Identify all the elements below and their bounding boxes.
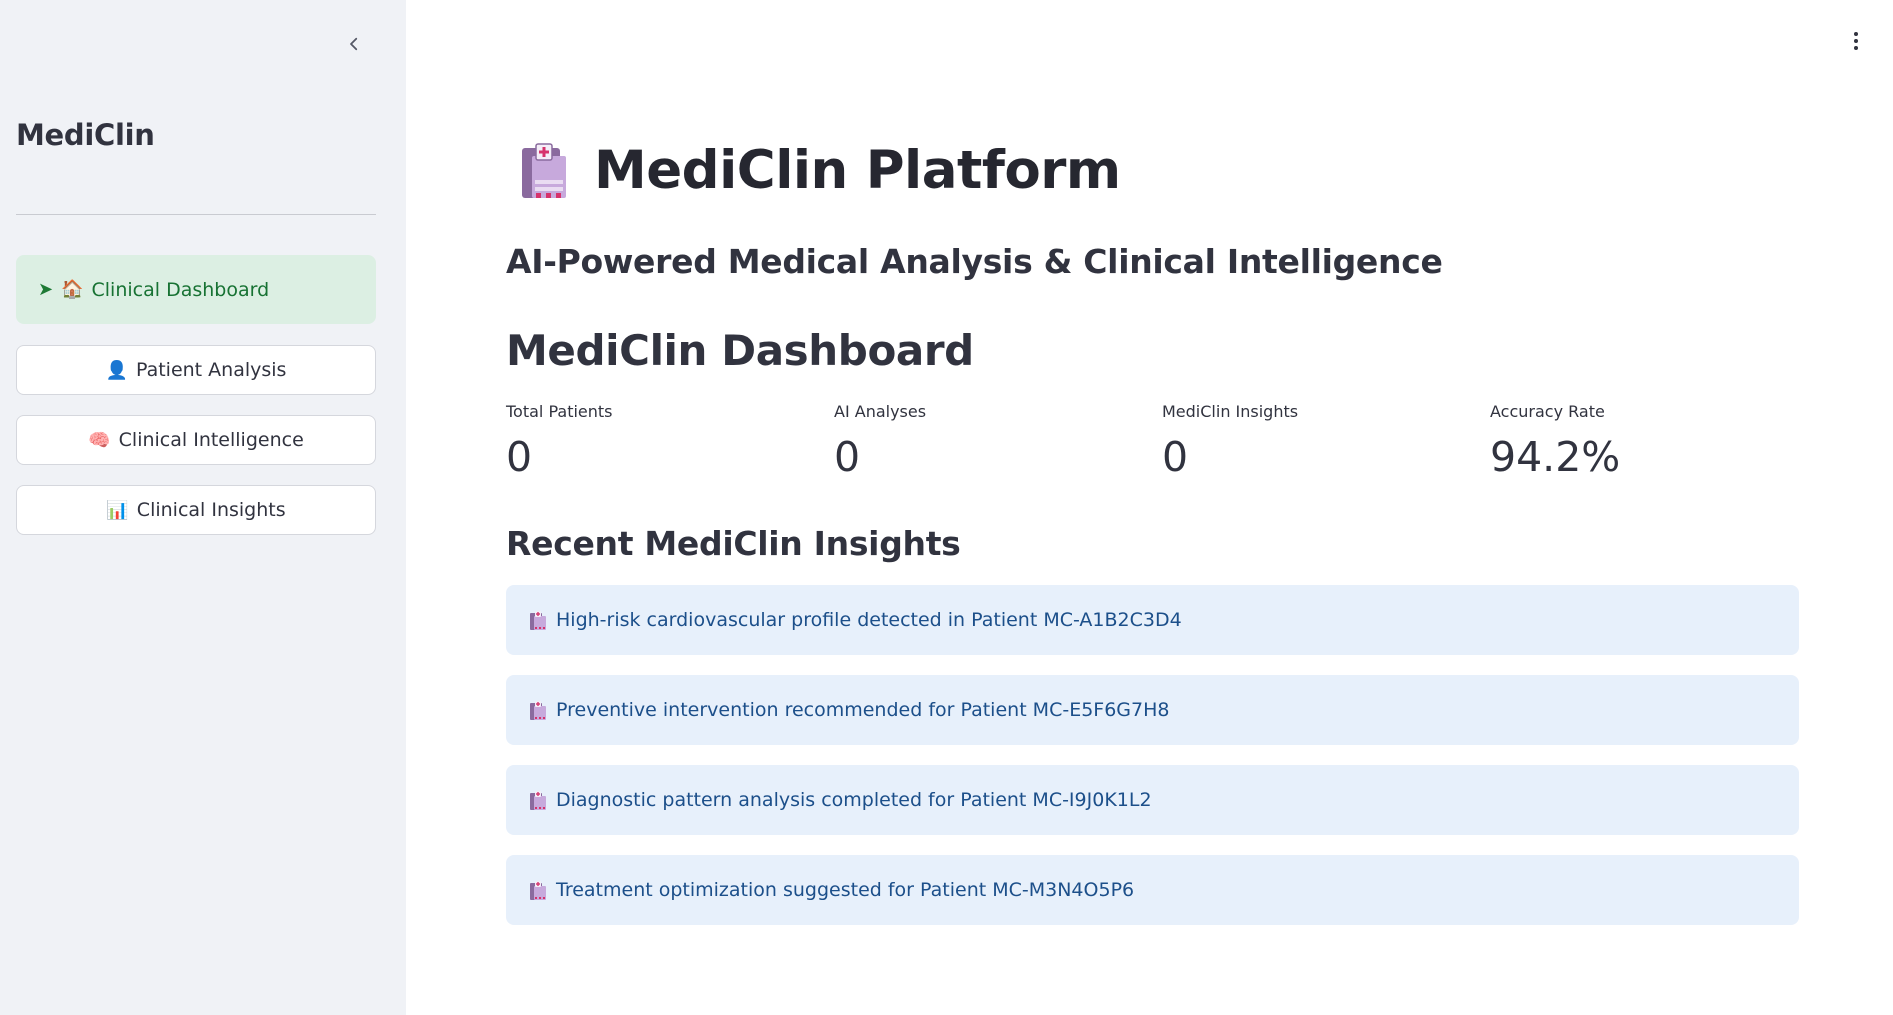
metric-value: 0 — [834, 433, 861, 481]
sidebar-collapse-button[interactable] — [336, 26, 372, 62]
insight-text: Treatment optimization suggested for Pat… — [556, 879, 1135, 901]
metric-value: 0 — [506, 433, 533, 481]
page-header: MediClin Platform — [520, 140, 1121, 201]
bar-chart-icon: 📊 — [106, 499, 129, 521]
brain-icon: 🧠 — [88, 429, 111, 451]
insights-title: Recent MediClin Insights — [506, 524, 961, 563]
insight-text: Preventive intervention recommended for … — [556, 699, 1170, 721]
chevron-left-icon — [350, 37, 358, 51]
app-root: MediClin ➤ 🏠 Clinical Dashboard 👤 Patien… — [0, 0, 1893, 1015]
main-content: MediClin Platform AI-Powered Medical Ana… — [506, 0, 1799, 1015]
metric-mediclin-insights: MediClin Insights 0 — [1162, 402, 1298, 481]
person-icon: 👤 — [105, 359, 128, 381]
page-subtitle: AI-Powered Medical Analysis & Clinical I… — [506, 242, 1443, 281]
nav-button-label: Patient Analysis — [135, 359, 287, 381]
sidebar-divider — [16, 214, 376, 215]
nav-item-label: Clinical Dashboard — [91, 278, 270, 301]
sidebar: MediClin ➤ 🏠 Clinical Dashboard 👤 Patien… — [0, 0, 406, 1015]
house-icon: 🏠 — [61, 279, 84, 300]
dashboard-title: MediClin Dashboard — [506, 326, 974, 375]
metric-label: AI Analyses — [834, 402, 927, 421]
insight-text: High-risk cardiovascular profile detecte… — [556, 609, 1182, 631]
metric-value: 0 — [1162, 433, 1189, 481]
page-title: MediClin Platform — [594, 140, 1121, 201]
hospital-icon — [530, 790, 546, 810]
nav-button-clinical-insights[interactable]: 📊 Clinical Insights — [16, 485, 376, 535]
metric-accuracy-rate: Accuracy Rate 94.2% — [1490, 402, 1620, 481]
nav-button-label: Clinical Intelligence — [118, 429, 304, 451]
sidebar-brand: MediClin — [16, 118, 155, 152]
hospital-icon — [530, 880, 546, 900]
kebab-dot — [1854, 39, 1858, 43]
nav-button-label: Clinical Insights — [136, 499, 286, 521]
kebab-dot — [1854, 46, 1858, 50]
main-menu-button[interactable] — [1844, 28, 1868, 54]
nav-button-clinical-intelligence[interactable]: 🧠 Clinical Intelligence — [16, 415, 376, 465]
metric-label: MediClin Insights — [1162, 402, 1299, 421]
metric-total-patients: Total Patients 0 — [506, 402, 613, 481]
insight-text: Diagnostic pattern analysis completed fo… — [556, 789, 1152, 811]
arrow-right-icon: ➤ — [38, 279, 54, 300]
insight-item: Diagnostic pattern analysis completed fo… — [506, 765, 1799, 835]
nav-button-patient-analysis[interactable]: 👤 Patient Analysis — [16, 345, 376, 395]
hospital-icon — [530, 610, 546, 630]
metric-label: Total Patients — [506, 402, 613, 421]
insight-item: High-risk cardiovascular profile detecte… — [506, 585, 1799, 655]
metric-ai-analyses: AI Analyses 0 — [834, 402, 926, 481]
metric-label: Accuracy Rate — [1490, 402, 1605, 421]
insight-item: Treatment optimization suggested for Pat… — [506, 855, 1799, 925]
hospital-icon — [522, 142, 566, 198]
hospital-icon — [530, 700, 546, 720]
metric-value: 94.2% — [1490, 433, 1621, 481]
insight-item: Preventive intervention recommended for … — [506, 675, 1799, 745]
nav-item-clinical-dashboard[interactable]: ➤ 🏠 Clinical Dashboard — [16, 255, 376, 324]
kebab-dot — [1854, 32, 1858, 36]
